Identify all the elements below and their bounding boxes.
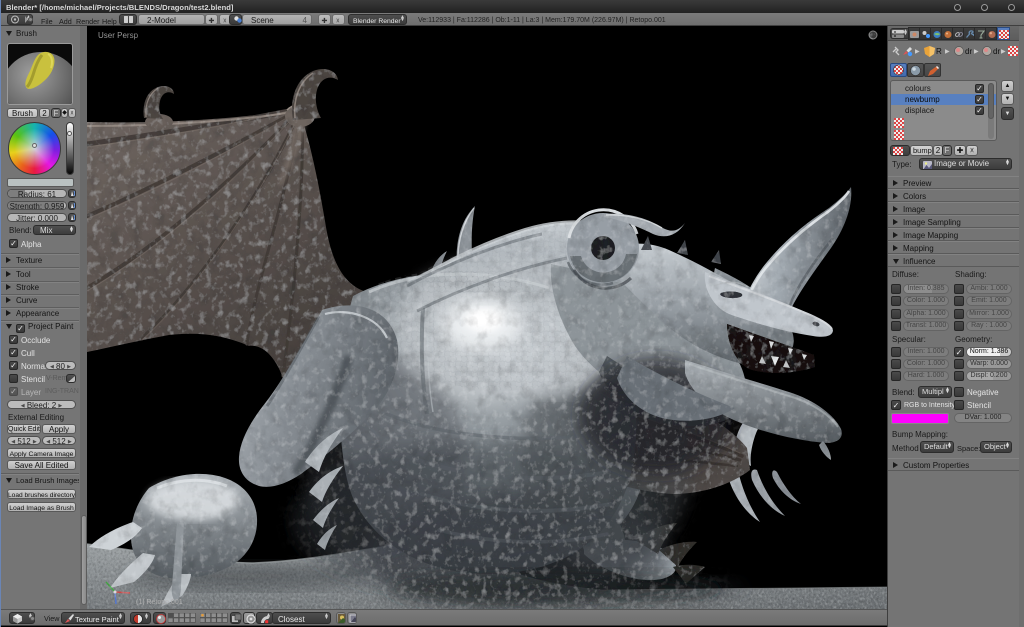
svg-text:(1) Retopo.001: (1) Retopo.001 bbox=[136, 599, 183, 606]
svg-text:User Persp: User Persp bbox=[98, 31, 139, 40]
